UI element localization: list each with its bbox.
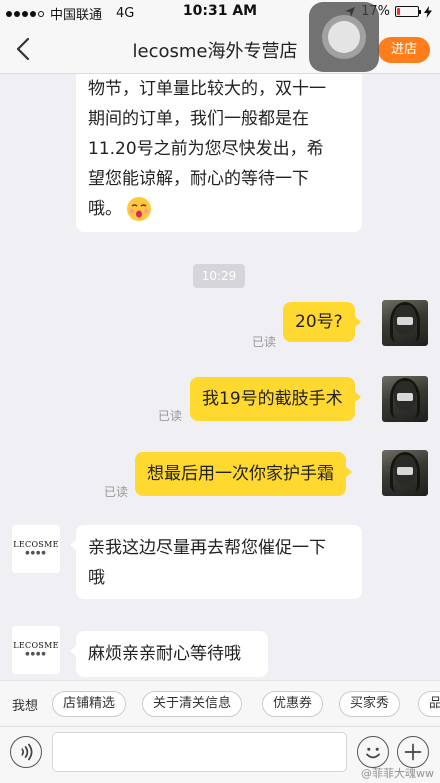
quick-tag-featured[interactable]: 店铺精选	[52, 691, 127, 717]
message-line: 物节，订单量比较大的，双十一	[88, 79, 326, 99]
quick-tag-buyer-show[interactable]: 买家秀	[339, 691, 401, 717]
message-text: 想最后用一次你家护手霜	[147, 464, 334, 484]
message-line: 麻烦亲亲耐心等待哦	[88, 644, 241, 664]
add-attachment-icon[interactable]	[397, 736, 429, 768]
message-line: 哦	[88, 568, 105, 588]
quick-tag-coupon[interactable]: 优惠券	[262, 691, 324, 717]
read-receipt: 已读	[158, 409, 183, 423]
battery-icon	[395, 6, 421, 17]
battery-fill	[397, 8, 400, 15]
message-text: 我19号的截肢手术	[202, 389, 343, 409]
message-text: 20号?	[295, 312, 343, 332]
kiss-emoji-icon	[127, 197, 151, 221]
voice-input-icon[interactable]	[10, 736, 42, 768]
user-message-bubble[interactable]: 想最后用一次你家护手霜	[135, 452, 352, 496]
shop-logo-dots: ●●●●	[25, 651, 47, 657]
quick-tag-customs-info[interactable]: 关于清关信息	[142, 691, 243, 717]
read-receipt: 已读	[252, 335, 277, 349]
quick-reply-bar: 我想 店铺精选 关于清关信息 优惠券 买家秀 品	[0, 680, 440, 726]
shop-logo-text: LECOSME	[13, 540, 59, 549]
emoji-picker-icon[interactable]	[357, 736, 389, 768]
back-chevron-icon[interactable]	[12, 36, 36, 62]
quick-reply-lead: 我想	[12, 699, 39, 714]
shop-avatar[interactable]: LECOSME ●●●●	[12, 525, 60, 573]
shop-message-bubble[interactable]: 亲我这边尽量再去帮您催促一下 哦	[70, 525, 362, 599]
shop-message-bubble[interactable]: 麻烦亲亲耐心等待哦	[70, 631, 268, 677]
chat-screen: 中国联通 4G 10:31 AM 17% lecosme海外专营店 进店 物节，…	[0, 0, 440, 783]
user-avatar[interactable]	[382, 450, 428, 496]
message-line: 望您能谅解，耐心的等待一下	[88, 169, 309, 189]
timestamp-divider: 10:29	[193, 264, 245, 288]
enter-store-button[interactable]: 进店	[378, 37, 430, 63]
message-line: 亲我这边尽量再去帮您催促一下	[88, 538, 326, 558]
message-text-input[interactable]	[52, 732, 347, 772]
user-avatar[interactable]	[382, 376, 428, 422]
chat-message-list[interactable]: 物节，订单量比较大的，双十一 期间的订单，我们一般都是在 11.20号之前为您尽…	[0, 74, 440, 680]
read-receipt: 已读	[104, 485, 129, 499]
shop-logo-dots: ●●●●	[25, 550, 47, 556]
user-avatar[interactable]	[382, 300, 428, 346]
weibo-watermark: @菲菲大魂ww	[361, 767, 434, 780]
assistive-touch-button[interactable]	[309, 2, 379, 72]
message-line: 期间的订单，我们一般都是在	[88, 109, 309, 129]
shop-logo-text: LECOSME	[13, 641, 59, 650]
charging-bolt-icon	[424, 5, 432, 18]
message-line: 哦。	[88, 194, 350, 224]
message-line: 11.20号之前为您尽快发出，希	[88, 139, 324, 159]
message-input-bar: @菲菲大魂ww	[0, 726, 440, 783]
user-message-bubble[interactable]: 20号?	[283, 302, 361, 342]
shop-avatar[interactable]: LECOSME ●●●●	[12, 626, 60, 674]
quick-tag-more[interactable]: 品	[418, 691, 440, 717]
user-message-bubble[interactable]: 我19号的截肢手术	[190, 377, 361, 421]
shop-message-bubble: 物节，订单量比较大的，双十一 期间的订单，我们一般都是在 11.20号之前为您尽…	[76, 74, 362, 232]
